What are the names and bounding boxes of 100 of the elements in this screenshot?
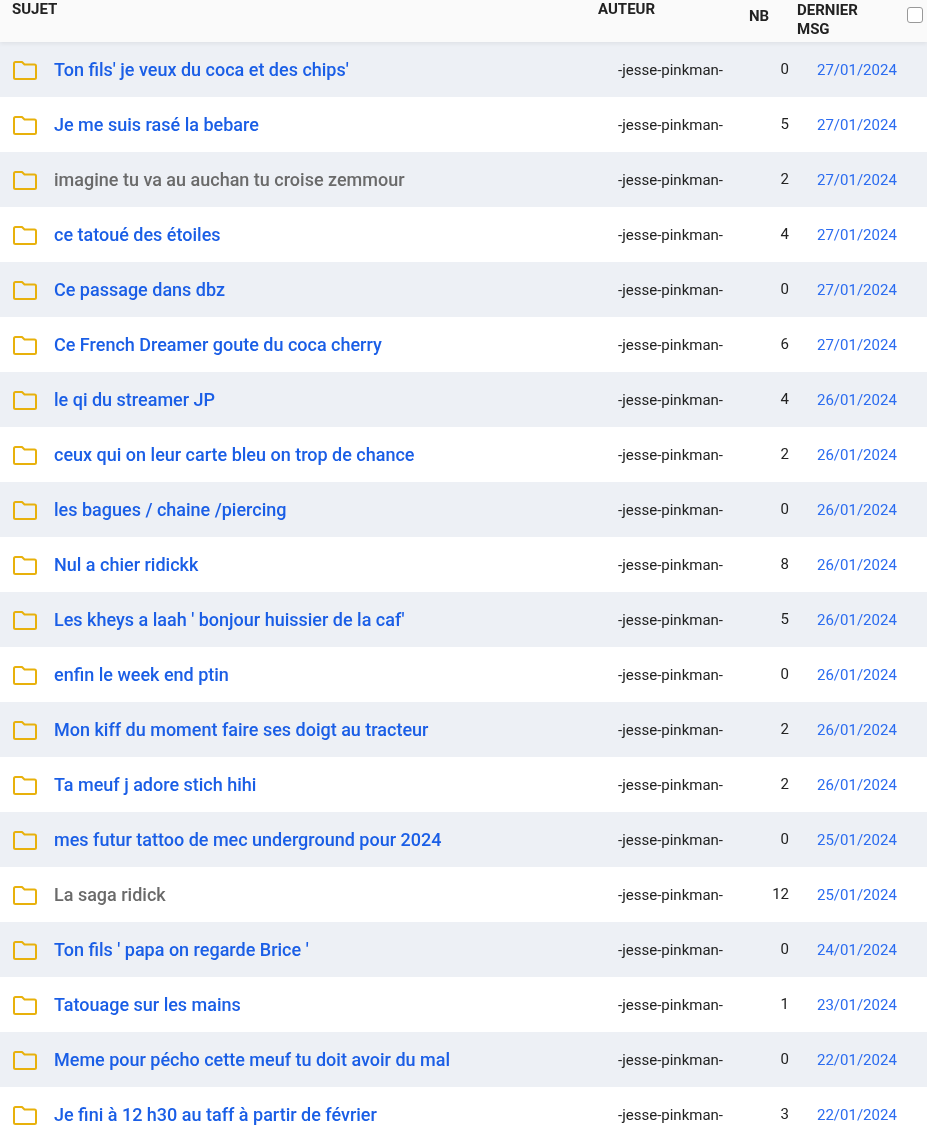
message-count: 4	[780, 224, 789, 246]
last-message-date[interactable]: 26/01/2024	[817, 720, 897, 739]
folder-icon	[12, 553, 38, 576]
author-name[interactable]: -jesse-pinkman-	[618, 500, 723, 519]
author-name[interactable]: -jesse-pinkman-	[618, 445, 723, 464]
topic-row[interactable]: le qi du streamer JP -jesse-pinkman- 4 26/01/2024	[0, 372, 927, 427]
message-count: 2	[780, 444, 789, 466]
last-message-date[interactable]: 27/01/2024	[817, 60, 897, 79]
topic-row[interactable]: imagine tu va au auchan tu croise zemmour -jesse-pinkman- 2 27/01/2024	[0, 152, 927, 207]
topic-link[interactable]: Ta meuf j adore stich hihi	[54, 774, 257, 795]
folder-icon	[12, 443, 38, 466]
last-message-date[interactable]: 26/01/2024	[817, 775, 897, 794]
author-name[interactable]: -jesse-pinkman-	[618, 665, 723, 684]
topic-link[interactable]: Tatouage sur les mains	[54, 994, 241, 1015]
folder-icon	[12, 828, 38, 851]
author-name[interactable]: -jesse-pinkman-	[618, 775, 723, 794]
column-header[interactable]: AUTEUR	[598, 0, 656, 18]
topic-row[interactable]: mes futur tattoo de mec underground pour 2024 -jesse-pinkman- 0 25/01/2024	[0, 812, 927, 867]
message-count: 0	[780, 499, 789, 521]
last-message-date[interactable]: 26/01/2024	[817, 665, 897, 684]
folder-icon	[12, 333, 38, 356]
last-message-date[interactable]: 23/01/2024	[817, 995, 897, 1014]
topic-link[interactable]: Nul a chier ridickk	[54, 554, 199, 575]
author-name[interactable]: -jesse-pinkman-	[618, 280, 723, 299]
topic-link[interactable]: Je fini à 12 h30 au taff à partir de février	[54, 1104, 377, 1125]
folder-icon	[12, 718, 38, 741]
author-name[interactable]: -jesse-pinkman-	[618, 885, 723, 904]
column-header[interactable]: NB	[749, 7, 770, 25]
topic-link[interactable]: enfin le week end ptin	[54, 664, 229, 685]
folder-icon	[12, 608, 38, 631]
author-name[interactable]: -jesse-pinkman-	[618, 720, 723, 739]
author-name[interactable]: -jesse-pinkman-	[618, 225, 723, 244]
topic-link[interactable]: La saga ridick	[54, 884, 166, 905]
topic-link[interactable]: Ce French Dreamer goute du coca cherry	[54, 334, 382, 355]
author-name[interactable]: -jesse-pinkman-	[618, 60, 723, 79]
topic-link[interactable]: ce tatoué des étoiles	[54, 224, 221, 245]
author-name[interactable]: -jesse-pinkman-	[618, 940, 723, 959]
topic-row[interactable]: Ce passage dans dbz -jesse-pinkman- 0 27/01/2024	[0, 262, 927, 317]
message-count: 4	[780, 389, 789, 411]
message-count: 5	[780, 609, 789, 631]
topic-row[interactable]: Les kheys a laah ' bonjour huissier de la caf' -jesse-pinkman- 5 26/01/2024	[0, 592, 927, 647]
last-message-date[interactable]: 26/01/2024	[817, 445, 897, 464]
author-name[interactable]: -jesse-pinkman-	[618, 170, 723, 189]
message-count: 2	[780, 719, 789, 741]
message-count: 2	[780, 169, 789, 191]
folder-icon	[12, 223, 38, 246]
topic-row[interactable]: Mon kiff du moment faire ses doigt au tracteur -jesse-pinkman- 2 26/01/2024	[0, 702, 927, 757]
author-name[interactable]: -jesse-pinkman-	[618, 1050, 723, 1069]
last-message-date[interactable]: 25/01/2024	[817, 830, 897, 849]
topic-row[interactable]: les bagues / chaine /piercing -jesse-pinkman- 0 26/01/2024	[0, 482, 927, 537]
last-message-date[interactable]: 22/01/2024	[817, 1105, 897, 1124]
topic-link[interactable]: Mon kiff du moment faire ses doigt au tracteur	[54, 719, 429, 740]
last-message-date[interactable]: 27/01/2024	[817, 280, 897, 299]
author-name[interactable]: -jesse-pinkman-	[618, 1105, 723, 1124]
topic-link[interactable]: Les kheys a laah ' bonjour huissier de la caf'	[54, 609, 405, 630]
last-message-date[interactable]: 26/01/2024	[817, 610, 897, 629]
topic-link[interactable]: Ce passage dans dbz	[54, 279, 226, 300]
message-count: 12	[772, 884, 789, 906]
message-count: 0	[780, 279, 789, 301]
last-message-date[interactable]: 27/01/2024	[817, 335, 897, 354]
author-name[interactable]: -jesse-pinkman-	[618, 115, 723, 134]
topic-row[interactable]: Ton fils' je veux du coca et des chips' -jesse-pinkman- 0 27/01/2024	[0, 42, 927, 97]
last-message-date[interactable]: 27/01/2024	[817, 225, 897, 244]
message-count: 3	[780, 1104, 789, 1126]
topic-link[interactable]: Meme pour pécho cette meuf tu doit avoir du mal	[54, 1049, 450, 1070]
checkbox[interactable]	[907, 7, 923, 23]
message-count: 6	[780, 334, 789, 356]
last-message-date[interactable]: 22/01/2024	[817, 1050, 897, 1069]
last-message-date[interactable]: 26/01/2024	[817, 555, 897, 574]
folder-icon	[12, 58, 38, 81]
message-count: 0	[780, 829, 789, 851]
folder-icon	[12, 663, 38, 686]
last-message-date[interactable]: 27/01/2024	[817, 170, 897, 189]
column-header[interactable]: SUJET	[12, 0, 58, 18]
author-name[interactable]: -jesse-pinkman-	[618, 390, 723, 409]
last-message-date[interactable]: 24/01/2024	[817, 940, 897, 959]
author-name[interactable]: -jesse-pinkman-	[618, 995, 723, 1014]
message-count: 0	[780, 59, 789, 81]
topic-row[interactable]: Meme pour pécho cette meuf tu doit avoir du mal -jesse-pinkman- 0 22/01/2024	[0, 1032, 927, 1087]
last-message-date[interactable]: 25/01/2024	[817, 885, 897, 904]
folder-icon	[12, 278, 38, 301]
author-name[interactable]: -jesse-pinkman-	[618, 555, 723, 574]
last-message-date[interactable]: 26/01/2024	[817, 390, 897, 409]
last-message-date[interactable]: 26/01/2024	[817, 500, 897, 519]
topic-link[interactable]: les bagues / chaine /piercing	[54, 499, 287, 520]
folder-icon	[12, 938, 38, 961]
topic-link[interactable]: Je me suis rasé la bebare	[54, 114, 259, 135]
topic-link[interactable]: Ton fils ' papa on regarde Brice '	[54, 939, 309, 960]
topic-row[interactable]: Ton fils ' papa on regarde Brice ' -jesse-pinkman- 0 24/01/2024	[0, 922, 927, 977]
column-header[interactable]: DERNIER MSG	[797, 1, 867, 39]
last-message-date[interactable]: 27/01/2024	[817, 115, 897, 134]
topic-link[interactable]: ceux qui on leur carte bleu on trop de chance	[54, 444, 415, 465]
topic-link[interactable]: Ton fils' je veux du coca et des chips'	[54, 59, 349, 80]
message-count: 5	[780, 114, 789, 136]
author-name[interactable]: -jesse-pinkman-	[618, 610, 723, 629]
author-name[interactable]: -jesse-pinkman-	[618, 830, 723, 849]
topic-link[interactable]: imagine tu va au auchan tu croise zemmour	[54, 169, 405, 190]
topic-link[interactable]: le qi du streamer JP	[54, 389, 216, 410]
author-name[interactable]: -jesse-pinkman-	[618, 335, 723, 354]
topic-link[interactable]: mes futur tattoo de mec underground pour 2024	[54, 829, 442, 850]
